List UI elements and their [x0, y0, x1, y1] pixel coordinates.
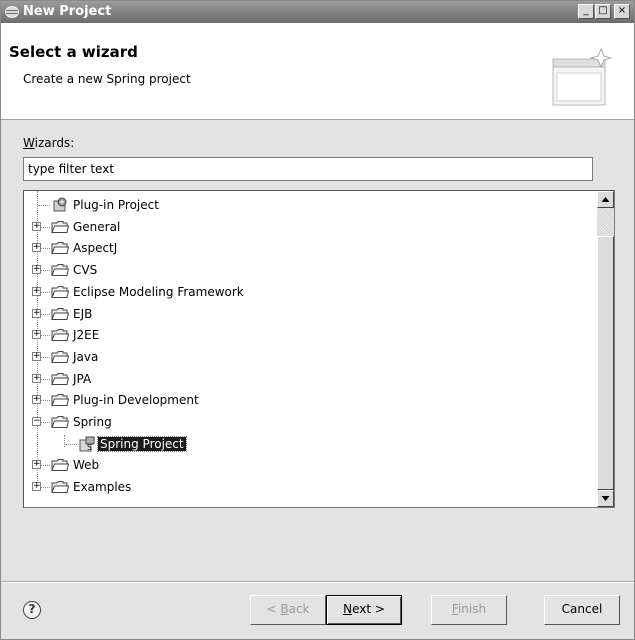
tree-item-label: Eclipse Modeling Framework	[73, 284, 244, 299]
expand-icon[interactable]: +	[32, 286, 41, 296]
next-button[interactable]: Next >	[326, 595, 402, 625]
new-project-dialog: New Project _ □ × Select a wizard Create…	[0, 0, 635, 640]
arrow-down-icon	[601, 496, 610, 501]
tree-item-label: AspectJ	[73, 241, 118, 256]
tree-item-spring-project[interactable]: S Spring Project	[24, 434, 594, 455]
close-button[interactable]: ×	[614, 4, 630, 19]
expand-icon[interactable]: +	[32, 482, 41, 492]
tree-item-label: EJB	[73, 306, 93, 321]
tree-connector-h	[38, 205, 50, 206]
new-wizard-banner-icon	[552, 47, 613, 106]
scroll-track[interactable]	[597, 208, 614, 236]
tree-item-ejb[interactable]: + EJB	[24, 304, 594, 325]
tree-item-label: Examples	[73, 480, 132, 495]
expand-icon[interactable]: +	[32, 460, 41, 470]
tree-item-java[interactable]: + Java	[24, 347, 594, 368]
help-icon: ?	[28, 602, 36, 616]
folder-icon	[51, 220, 70, 234]
maximize-icon: □	[598, 5, 608, 16]
tree-item-web[interactable]: + Web	[24, 455, 594, 476]
scroll-up-button[interactable]	[597, 191, 614, 208]
wizard-tree[interactable]: Plug-in Project + General + AspectJ + CVS + Ecli…	[23, 190, 615, 508]
expand-icon[interactable]: +	[32, 265, 41, 275]
tree-item-label: Java	[73, 349, 99, 364]
tree-item-spring[interactable]: − Spring	[24, 412, 594, 433]
tree-item-jpa[interactable]: + JPA	[24, 369, 594, 390]
folder-icon	[51, 263, 70, 277]
tree-item-label: JPA	[73, 371, 92, 386]
expand-icon[interactable]: +	[32, 395, 41, 405]
folder-icon	[51, 350, 70, 364]
filter-input[interactable]	[23, 157, 593, 181]
expand-icon[interactable]: +	[32, 330, 41, 340]
tree-connector-h	[65, 443, 77, 445]
help-button[interactable]: ?	[23, 601, 41, 619]
minimize-icon: _	[583, 5, 589, 16]
tree-item-label: Plug-in Project	[73, 198, 159, 212]
tree-vertical-scrollbar[interactable]	[597, 191, 614, 507]
expand-icon[interactable]: +	[32, 243, 41, 253]
scroll-thumb[interactable]	[597, 236, 614, 490]
title-bar[interactable]: New Project _ □ ×	[1, 1, 634, 23]
tree-item-plug-in-project[interactable]: Plug-in Project	[24, 195, 594, 216]
cancel-button[interactable]: Cancel	[544, 595, 620, 625]
tree-item-label: Spring	[73, 415, 112, 429]
maximize-button[interactable]: □	[595, 4, 611, 19]
folder-icon	[51, 241, 70, 255]
tree-item-label: J2EE	[73, 328, 100, 343]
tree-item-label: Spring Project	[97, 435, 187, 452]
expand-icon[interactable]: +	[32, 308, 41, 318]
close-icon: ×	[617, 5, 627, 16]
arrow-up-icon	[601, 197, 610, 202]
minimize-button[interactable]: _	[578, 4, 594, 19]
folder-icon	[51, 458, 70, 472]
tree-item-cvs[interactable]: + CVS	[24, 260, 594, 281]
folder-icon	[51, 393, 70, 407]
eclipse-app-icon	[5, 6, 19, 18]
tree-item-aspectj[interactable]: + AspectJ	[24, 238, 594, 259]
tree-item-eclipse-modeling-framework[interactable]: + Eclipse Modeling Framework	[24, 282, 594, 303]
button-bar-separator	[1, 581, 634, 583]
folder-icon	[51, 328, 70, 342]
back-button[interactable]: < Back	[250, 595, 326, 625]
tree-item-label: General	[73, 219, 121, 234]
folder-icon	[51, 480, 70, 494]
tree-item-label: CVS	[73, 263, 98, 278]
expand-icon[interactable]: +	[32, 351, 41, 361]
tree-item-examples[interactable]: + Examples	[24, 477, 594, 498]
collapse-icon[interactable]: −	[32, 417, 41, 426]
page-title: Select a wizard	[9, 43, 138, 61]
folder-icon	[51, 285, 70, 299]
folder-icon	[51, 372, 70, 386]
tree-item-label: Plug-in Development	[73, 393, 199, 408]
spring-project-icon: S	[78, 436, 96, 452]
tree-item-general[interactable]: + General	[24, 217, 594, 238]
folder-icon	[51, 415, 70, 429]
tree-item-label: Web	[73, 458, 100, 473]
window-title: New Project	[23, 4, 112, 19]
svg-text:S: S	[87, 443, 92, 452]
expand-icon[interactable]: +	[32, 221, 41, 231]
finish-button[interactable]: Finish	[431, 595, 507, 625]
folder-icon	[51, 307, 70, 321]
page-description: Create a new Spring project	[23, 72, 191, 86]
wizards-label: Wizards:	[23, 136, 75, 150]
scroll-down-button[interactable]	[597, 490, 614, 507]
expand-icon[interactable]: +	[32, 373, 41, 383]
tree-item-j2ee[interactable]: + J2EE	[24, 325, 594, 346]
wizard-header: Select a wizard Create a new Spring proj…	[1, 23, 634, 120]
tree-item-plug-in-development[interactable]: + Plug-in Development	[24, 390, 594, 411]
plugin-project-icon	[51, 197, 69, 213]
